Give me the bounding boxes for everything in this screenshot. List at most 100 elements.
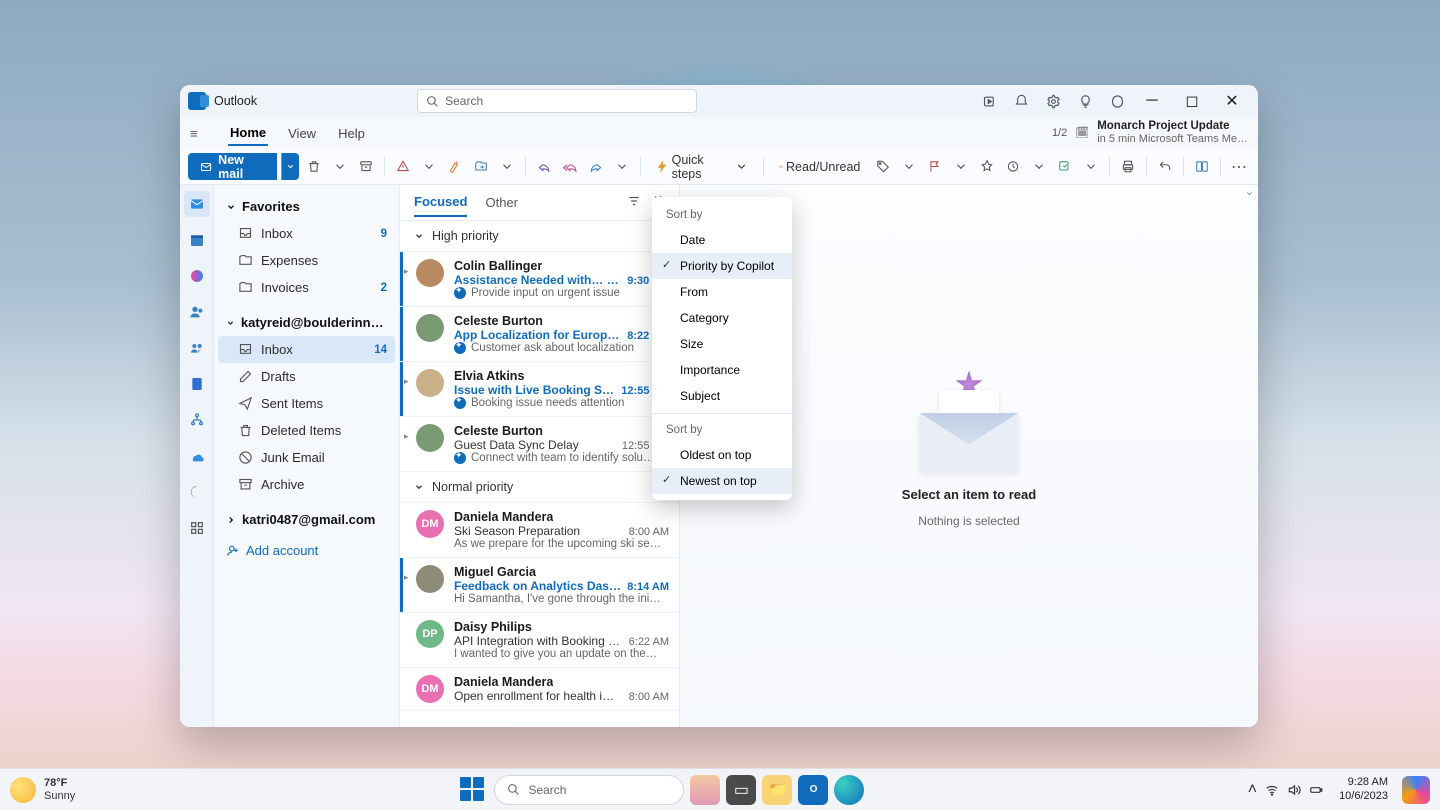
move-button[interactable]: [470, 153, 492, 180]
quick-steps-button[interactable]: Quick steps: [648, 153, 757, 180]
archive-button[interactable]: [355, 153, 377, 180]
folder-archive[interactable]: Archive: [218, 471, 395, 498]
folder-deleted items[interactable]: Deleted Items: [218, 417, 395, 444]
reply-all-button[interactable]: [559, 153, 581, 180]
sweep-button[interactable]: [444, 153, 466, 180]
sort-option[interactable]: Subject: [652, 383, 792, 409]
close-button[interactable]: ✕: [1212, 85, 1252, 117]
taskbar-search[interactable]: Search: [494, 775, 684, 805]
rail-loop[interactable]: [184, 479, 210, 505]
volume-icon[interactable]: [1287, 783, 1301, 797]
account2-header[interactable]: katri0487@gmail.com: [218, 506, 395, 533]
more-button[interactable]: ⋯: [1228, 153, 1250, 180]
new-mail-button[interactable]: New mail: [188, 153, 277, 180]
message-row[interactable]: ▸ Elvia Atkins Issue with Live Booking S…: [400, 362, 679, 417]
filter-icon[interactable]: [627, 194, 641, 211]
clock[interactable]: 9:28 AM 10/6/2023: [1339, 776, 1388, 802]
undo-button[interactable]: [1154, 153, 1176, 180]
read-unread-button[interactable]: Read/Unread: [771, 153, 868, 180]
folder-sent items[interactable]: Sent Items: [218, 390, 395, 417]
tab-home[interactable]: Home: [228, 121, 268, 146]
rail-calendar[interactable]: [184, 227, 210, 253]
expand-icon[interactable]: ▸: [404, 431, 409, 442]
move-dropdown[interactable]: [496, 153, 518, 180]
rail-groups[interactable]: [184, 335, 210, 361]
message-row[interactable]: DP Daisy Philips API Integration with Bo…: [400, 613, 679, 668]
sort-option[interactable]: From: [652, 279, 792, 305]
calendar-mini-icon[interactable]: 🗓: [1075, 126, 1089, 139]
delete-dropdown[interactable]: [329, 153, 351, 180]
folder-expenses[interactable]: Expenses: [218, 247, 395, 274]
sort-option[interactable]: Oldest on top: [652, 442, 792, 468]
message-row[interactable]: ▸ Celeste Burton Guest Data Sync Delay12…: [400, 417, 679, 472]
expand-icon[interactable]: ▸: [404, 266, 409, 277]
group-normal-priority[interactable]: Normal priority: [400, 472, 679, 503]
rules-button[interactable]: [1054, 153, 1076, 180]
sort-option[interactable]: Newest on top: [652, 468, 792, 494]
forward-dropdown[interactable]: [611, 153, 633, 180]
group-high-priority[interactable]: High priority: [400, 221, 679, 252]
tab-help[interactable]: Help: [336, 122, 367, 145]
report-dropdown[interactable]: [418, 153, 440, 180]
pin-button[interactable]: [976, 153, 998, 180]
immersive-reader-button[interactable]: [1191, 153, 1213, 180]
settings-icon[interactable]: [1038, 86, 1068, 116]
tag-button[interactable]: [872, 153, 894, 180]
folder-inbox[interactable]: Inbox9: [218, 220, 395, 247]
report-button[interactable]: [392, 153, 414, 180]
flag-dropdown[interactable]: [950, 153, 972, 180]
sort-option[interactable]: Importance: [652, 357, 792, 383]
print-button[interactable]: [1117, 153, 1139, 180]
rail-org[interactable]: [184, 407, 210, 433]
sort-option[interactable]: Category: [652, 305, 792, 331]
add-account-button[interactable]: Add account: [218, 533, 395, 568]
rail-copilot[interactable]: [184, 263, 210, 289]
rail-people[interactable]: [184, 299, 210, 325]
rules-dropdown[interactable]: [1080, 153, 1102, 180]
meet-now-icon[interactable]: [974, 86, 1004, 116]
search-input[interactable]: Search: [417, 89, 697, 113]
snooze-button[interactable]: [1002, 153, 1024, 180]
copilot-icon[interactable]: [1102, 86, 1132, 116]
expand-icon[interactable]: ▸: [404, 572, 409, 583]
tips-icon[interactable]: [1070, 86, 1100, 116]
start-button[interactable]: [458, 775, 488, 805]
tab-focused[interactable]: Focused: [414, 188, 467, 217]
sort-option[interactable]: Priority by Copilot: [652, 253, 792, 279]
tab-other[interactable]: Other: [485, 189, 518, 216]
hamburger-icon[interactable]: ≡: [190, 126, 210, 141]
copilot-taskbar-icon[interactable]: [1402, 776, 1430, 804]
reminder-card[interactable]: Monarch Project Update in 5 min Microsof…: [1097, 120, 1248, 146]
forward-button[interactable]: [585, 153, 607, 180]
weather-widget[interactable]: 78°FSunny: [10, 777, 75, 803]
sort-option[interactable]: Date: [652, 227, 792, 253]
pinned-app-taskview[interactable]: ▭: [726, 775, 756, 805]
pinned-app-explorer[interactable]: 📁: [762, 775, 792, 805]
folder-junk email[interactable]: Junk Email: [218, 444, 395, 471]
snooze-dropdown[interactable]: [1028, 153, 1050, 180]
rail-more-apps[interactable]: [184, 515, 210, 541]
battery-icon[interactable]: [1309, 783, 1323, 797]
tag-dropdown[interactable]: [898, 153, 920, 180]
message-row[interactable]: Celeste Burton App Localization for Euro…: [400, 307, 679, 362]
account1-header[interactable]: katyreid@boulderinnova…: [218, 309, 395, 336]
sort-option[interactable]: Size: [652, 331, 792, 357]
pinned-app-1[interactable]: [690, 775, 720, 805]
maximize-button[interactable]: ◻: [1172, 85, 1212, 117]
notifications-icon[interactable]: [1006, 86, 1036, 116]
message-row[interactable]: DM Daniela Mandera Open enrollment for h…: [400, 668, 679, 711]
new-mail-dropdown[interactable]: [281, 153, 299, 180]
expand-icon[interactable]: ▸: [404, 376, 409, 387]
rail-files[interactable]: [184, 371, 210, 397]
favorites-header[interactable]: Favorites: [218, 193, 395, 220]
rail-onedrive[interactable]: [184, 443, 210, 469]
folder-drafts[interactable]: Drafts: [218, 363, 395, 390]
ribbon-collapse-icon[interactable]: [1245, 189, 1254, 198]
folder-inbox[interactable]: Inbox14: [218, 336, 395, 363]
pinned-app-edge[interactable]: [834, 775, 864, 805]
folder-invoices[interactable]: Invoices2: [218, 274, 395, 301]
message-row[interactable]: DM Daniela Mandera Ski Season Preparatio…: [400, 503, 679, 558]
message-row[interactable]: ▸ Colin Ballinger@ Assistance Needed wit…: [400, 252, 679, 307]
delete-button[interactable]: [303, 153, 325, 180]
chevron-up-icon[interactable]: ˄: [1248, 781, 1257, 799]
